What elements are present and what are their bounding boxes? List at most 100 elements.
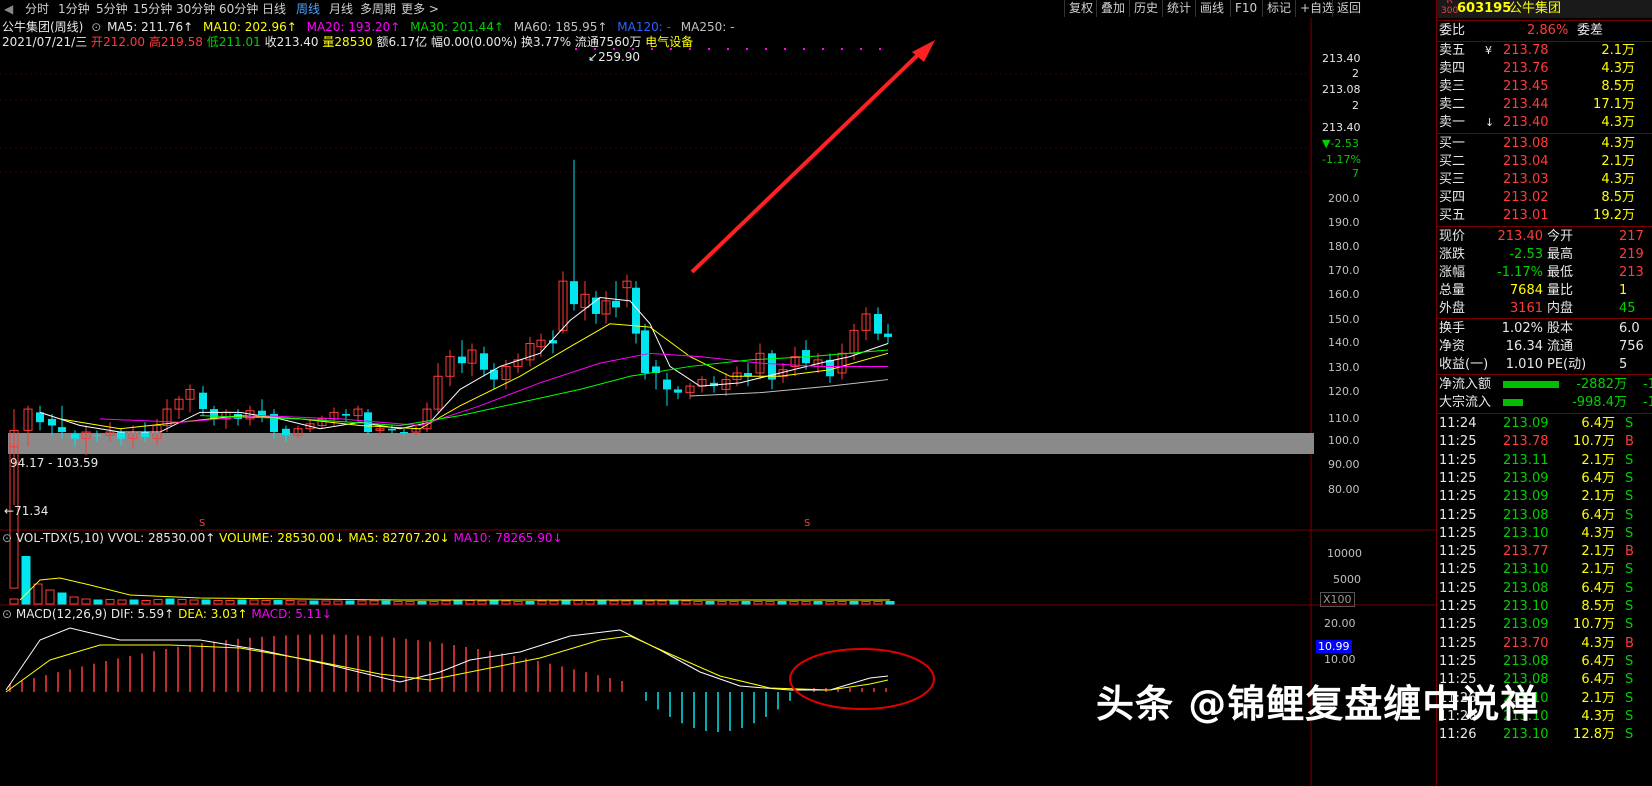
- period-tab-30min[interactable]: 30分钟: [176, 1, 215, 17]
- period-tab-5min[interactable]: 5分钟: [96, 1, 128, 17]
- f10-button[interactable]: F10: [1230, 0, 1261, 17]
- flow-tail: -1: [1643, 395, 1652, 410]
- volume-bar: [141, 600, 151, 605]
- bid-price: 213.08: [1503, 136, 1549, 151]
- vol-ma5-line: [19, 577, 890, 601]
- macd-axis-20: 20.00: [1324, 617, 1356, 630]
- tick-row[interactable]: 11:25 213.10 8.5万 S: [1437, 598, 1652, 616]
- tick-row[interactable]: 11:25 213.08 6.4万 S: [1437, 653, 1652, 671]
- bid-row[interactable]: 买二 213.04 2.1万: [1437, 153, 1652, 171]
- tick-row[interactable]: 11:25 213.77 2.1万 B: [1437, 543, 1652, 561]
- fund-label-2: 流通: [1547, 339, 1574, 354]
- period-tab-1min[interactable]: 1分钟: [58, 1, 90, 17]
- macd-settings-icon[interactable]: ⊙: [2, 607, 12, 621]
- macd-title: MACD(12,26,9): [15, 607, 108, 621]
- ask-row[interactable]: 卖五 ¥213.78 2.1万: [1437, 42, 1652, 60]
- tick-row[interactable]: 11:24 213.09 6.4万 S: [1437, 415, 1652, 433]
- ma60-value: MA60: 185.95↑: [513, 20, 608, 34]
- volume-bar: [321, 600, 331, 605]
- tick-side: S: [1625, 416, 1634, 431]
- volume-bar: [477, 600, 487, 605]
- volume-bar: [201, 599, 211, 605]
- price-axis-label: ▼-2.53: [1322, 137, 1359, 150]
- statistics-button[interactable]: 统计: [1162, 0, 1195, 17]
- back-button[interactable]: 返回: [1332, 0, 1365, 17]
- tick-row[interactable]: 11:25 213.78 10.7万 B: [1437, 433, 1652, 451]
- quote-panel: R 300 603195 公牛集团 委比 2.86% 委差 卖五 ¥213.78 2.…: [1436, 0, 1652, 786]
- flow-value: -998.4万: [1572, 395, 1627, 410]
- flow-tail: -1: [1643, 377, 1652, 392]
- sector-tag[interactable]: 电气设备: [645, 35, 693, 49]
- quote-value-2: 219: [1619, 247, 1644, 262]
- weibi-value: 2.86%: [1527, 23, 1569, 38]
- period-tab-daily[interactable]: 日线: [262, 1, 286, 17]
- draw-line-button[interactable]: 画线: [1195, 0, 1228, 17]
- candle-body-down: [48, 418, 56, 426]
- volume-bar: [441, 600, 451, 605]
- dif-line: [5, 627, 889, 691]
- highlight-circle: [789, 648, 935, 710]
- bar-extra: 额6.17亿 幅0.00(0.00%) 换3.77% 流通7560万: [376, 35, 642, 49]
- ma30-line: [199, 349, 889, 426]
- volume-bar: [393, 601, 403, 605]
- high-annotation: ↙259.90: [588, 50, 641, 64]
- settings-icon[interactable]: ⊙: [91, 20, 101, 34]
- price-axis-label: 110.0: [1328, 412, 1360, 425]
- tick-row[interactable]: 11:25 213.10 4.3万 S: [1437, 525, 1652, 543]
- period-tab-fenshi[interactable]: 分时: [25, 1, 49, 17]
- period-tab-15min[interactable]: 15分钟: [133, 1, 172, 17]
- ask-row[interactable]: 卖一 ↓ 213.40 4.3万: [1437, 114, 1652, 132]
- bid-row[interactable]: 买四 213.02 8.5万: [1437, 189, 1652, 207]
- volume-bar: [741, 601, 751, 605]
- candle-body-down: [93, 435, 101, 437]
- ma10-value: MA10: 202.96↑: [203, 20, 297, 34]
- mark-button[interactable]: 标记: [1262, 0, 1295, 17]
- tick-row[interactable]: 11:25 213.08 6.4万 S: [1437, 580, 1652, 598]
- candle-body-down: [141, 432, 149, 437]
- tick-row[interactable]: 11:25 213.11 2.1万 S: [1437, 452, 1652, 470]
- tick-price: 213.09: [1503, 617, 1549, 633]
- tick-row[interactable]: 11:26 213.10 12.8万 S: [1437, 726, 1652, 744]
- tick-row[interactable]: 11:25 213.70 4.3万 B: [1437, 635, 1652, 653]
- tick-time: 11:25: [1439, 544, 1477, 560]
- period-tab-multi[interactable]: 多周期: [360, 1, 396, 17]
- vol-label: 量: [322, 35, 335, 49]
- tick-volume: 2.1万: [1581, 489, 1615, 505]
- bid-row[interactable]: 买五 213.01 19.2万: [1437, 207, 1652, 225]
- tick-row[interactable]: 11:25 213.09 6.4万 S: [1437, 470, 1652, 488]
- ask-row[interactable]: 卖三 213.45 8.5万: [1437, 78, 1652, 96]
- ask-row[interactable]: 卖四 213.76 4.3万: [1437, 60, 1652, 78]
- period-tab-60min[interactable]: 60分钟: [219, 1, 258, 17]
- tick-row[interactable]: 11:25 213.10 2.1万 S: [1437, 561, 1652, 579]
- kline-chart[interactable]: [0, 0, 1436, 786]
- ask-label: 卖三: [1439, 79, 1466, 94]
- candle-body-down: [71, 433, 79, 439]
- tick-row[interactable]: 11:25 213.09 2.1万 S: [1437, 488, 1652, 506]
- volume-bar: [117, 599, 127, 605]
- scroll-left-icon[interactable]: ◀: [4, 1, 13, 17]
- history-button[interactable]: 历史: [1129, 0, 1162, 17]
- price-axis-label: 180.0: [1328, 240, 1360, 253]
- fuquan-button[interactable]: 复权: [1064, 0, 1097, 17]
- tick-row[interactable]: 11:25 213.09 10.7万 S: [1437, 616, 1652, 634]
- volume-bar: [453, 600, 463, 605]
- vol-settings-icon[interactable]: ⊙: [2, 531, 12, 545]
- period-tab-weekly[interactable]: 周线: [296, 1, 320, 17]
- bid-row[interactable]: 买三 213.03 4.3万: [1437, 171, 1652, 189]
- ask-price: 213.45: [1503, 79, 1549, 94]
- tick-row[interactable]: 11:25 213.08 6.4万 S: [1437, 507, 1652, 525]
- bid-row[interactable]: 买一 213.08 4.3万: [1437, 135, 1652, 153]
- ask-row[interactable]: 卖二 213.44 17.1万: [1437, 96, 1652, 114]
- volume-bar: [213, 600, 223, 605]
- close-value: 收213.40: [264, 35, 319, 49]
- tick-price: 213.10: [1503, 525, 1549, 541]
- period-tab-monthly[interactable]: 月线: [329, 1, 353, 17]
- tick-volume: 6.4万: [1581, 416, 1615, 431]
- period-tab-more[interactable]: 更多 >: [401, 1, 439, 17]
- overlay-button[interactable]: 叠加: [1096, 0, 1129, 17]
- volume-bar: [93, 599, 103, 605]
- volume-bar: [153, 599, 163, 605]
- volume-bar: [633, 600, 643, 605]
- volume-bar: [573, 600, 583, 605]
- bid-label: 买四: [1439, 190, 1466, 205]
